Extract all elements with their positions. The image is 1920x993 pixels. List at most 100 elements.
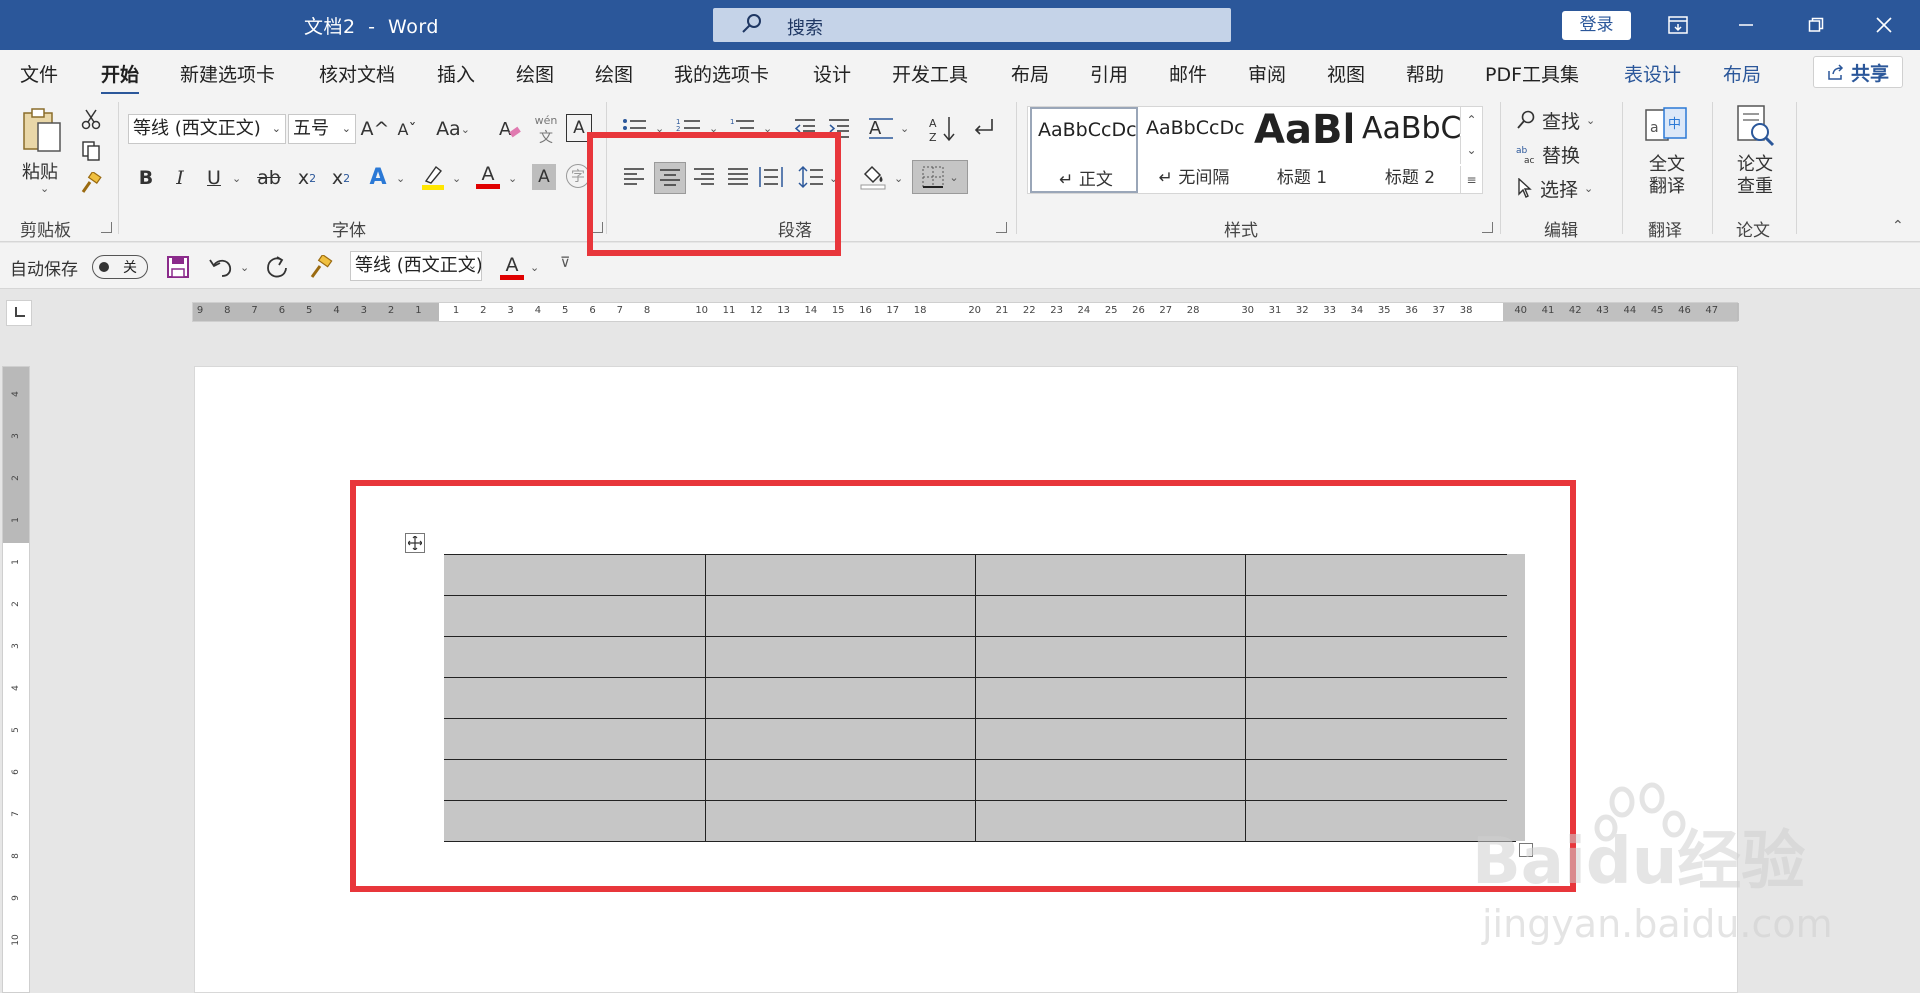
tab-my-tab[interactable]: 我的选项卡 <box>674 60 769 87</box>
tab-pdf-tools[interactable]: PDF工具集 <box>1485 60 1579 87</box>
font-color-button[interactable]: A <box>474 160 502 192</box>
subscript-button[interactable]: x2 <box>294 164 320 192</box>
save-icon <box>167 256 189 278</box>
underline-dropdown-chevron-icon[interactable]: ⌄ <box>232 172 241 185</box>
style-heading-2[interactable]: AaBbC 标题 2 <box>1356 107 1464 193</box>
qat-format-painter-button[interactable] <box>306 253 336 281</box>
text-effects-button[interactable]: A <box>364 162 392 192</box>
cut-button[interactable] <box>78 106 104 132</box>
highlight-dropdown-chevron-icon[interactable]: ⌄ <box>452 172 461 185</box>
redo-button[interactable] <box>262 253 292 281</box>
underline-button[interactable]: U <box>202 164 226 192</box>
minimize-button[interactable] <box>1718 0 1774 50</box>
close-button[interactable] <box>1856 0 1912 50</box>
tab-draw-2[interactable]: 绘图 <box>595 60 633 87</box>
font-size-combo[interactable]: 五号 ⌄ <box>288 114 356 144</box>
ruler-number: 25 <box>1104 305 1118 316</box>
ribbon-display-options-button[interactable] <box>1650 0 1706 50</box>
character-shading-button[interactable]: A <box>532 164 556 190</box>
tab-design[interactable]: 设计 <box>813 60 851 87</box>
tab-table-design[interactable]: 表设计 <box>1624 60 1681 87</box>
ruler-number: 2 <box>11 475 21 481</box>
app-name: Word <box>388 16 439 38</box>
strikethrough-button[interactable]: ab <box>254 164 284 192</box>
select-button[interactable]: 选择 ⌄ <box>1516 174 1593 202</box>
restore-button[interactable] <box>1788 0 1844 50</box>
styles-scroll-down-icon[interactable]: ⌄ <box>1460 136 1482 164</box>
svg-text:a: a <box>1650 120 1659 136</box>
find-button[interactable]: 查找 ⌄ <box>1516 106 1595 134</box>
tab-table-layout[interactable]: 布局 <box>1723 60 1761 87</box>
style-normal[interactable]: AaBbCcDc ↵ 正文 <box>1030 107 1138 193</box>
tab-review[interactable]: 审阅 <box>1248 60 1286 87</box>
undo-dropdown-chevron-icon[interactable]: ⌄ <box>240 261 249 274</box>
shrink-font-button[interactable]: Aˇ <box>394 114 420 144</box>
paragraph-launcher-icon[interactable] <box>996 222 1007 233</box>
chinese-layout-button[interactable]: A <box>866 114 896 142</box>
qat-font-color-dropdown-chevron-icon[interactable]: ⌄ <box>530 261 539 274</box>
shading-dropdown-chevron-icon[interactable]: ⌄ <box>894 172 903 185</box>
qat-font-name-combo[interactable]: 等线 (西文正文) ⌄ <box>350 251 482 281</box>
font-name-combo[interactable]: 等线 (西文正文) ⌄ <box>128 114 286 144</box>
font-color-dropdown-chevron-icon[interactable]: ⌄ <box>508 172 517 185</box>
italic-button[interactable]: I <box>168 164 192 192</box>
save-button[interactable] <box>164 253 192 281</box>
bold-button[interactable]: B <box>134 164 158 192</box>
qat-font-color-button[interactable]: A <box>498 251 526 283</box>
autosave-toggle[interactable]: 关 <box>92 255 148 279</box>
tab-selector[interactable] <box>6 300 32 326</box>
undo-button[interactable] <box>206 253 236 281</box>
tab-draw[interactable]: 绘图 <box>516 60 554 87</box>
phonetic-guide-button[interactable]: wén 文 <box>532 114 560 146</box>
shading-button[interactable] <box>858 160 888 192</box>
style-heading-1[interactable]: AaBl 标题 1 <box>1248 107 1356 193</box>
tab-layout[interactable]: 布局 <box>1011 60 1049 87</box>
tab-view[interactable]: 视图 <box>1327 60 1365 87</box>
tab-developer[interactable]: 开发工具 <box>892 60 968 87</box>
login-button[interactable]: 登录 <box>1562 11 1631 40</box>
highlight-color-button[interactable] <box>418 162 448 192</box>
sort-button[interactable]: AZ <box>928 114 958 144</box>
ruler-number: 10 <box>11 934 21 946</box>
search-box[interactable]: 搜索 <box>713 8 1231 42</box>
translate-group-label: 翻译 <box>1648 221 1682 241</box>
shrink-font-icon: Aˇ <box>397 119 417 139</box>
tab-help[interactable]: 帮助 <box>1406 60 1444 87</box>
borders-button[interactable]: ⌄ <box>912 160 968 194</box>
tab-home[interactable]: 开始 <box>101 60 140 95</box>
styles-scroll-up-icon[interactable]: ⌃ <box>1460 106 1482 134</box>
superscript-button[interactable]: x2 <box>328 164 354 192</box>
chinese-layout-dropdown-chevron-icon[interactable]: ⌄ <box>900 122 909 135</box>
replace-button[interactable]: ab ac 替换 <box>1516 140 1580 168</box>
copy-button[interactable] <box>78 138 104 164</box>
collapse-ribbon-chevron-up-icon[interactable]: ⌃ <box>1892 218 1904 234</box>
vertical-ruler[interactable]: 4 3 2 1 1 2 3 4 5 6 7 8 9 10 <box>2 366 30 993</box>
tab-review-doc[interactable]: 核对文档 <box>319 60 395 87</box>
change-case-button[interactable]: Aa ⌄ <box>432 114 474 144</box>
horizontal-ruler[interactable]: 9 8 7 6 5 4 3 2 1 1 2 3 4 5 6 7 8 10 11 12 13 14 15 16 17 18 20 21 2… <box>192 302 1739 322</box>
clear-formatting-button[interactable]: A <box>496 114 524 144</box>
paint-bucket-icon <box>860 165 886 190</box>
styles-more-icon[interactable]: ≡ <box>1460 166 1482 194</box>
show-paragraph-marks-button[interactable] <box>968 114 998 142</box>
tab-insert[interactable]: 插入 <box>437 60 475 87</box>
ruler-number: 4 <box>11 685 21 691</box>
share-button[interactable]: 共享 <box>1813 56 1903 88</box>
format-painter-button[interactable] <box>78 170 104 196</box>
paper-check-button[interactable] <box>1732 104 1776 148</box>
customize-qat-icon[interactable]: ⊽ <box>560 255 570 271</box>
full-text-translate-button[interactable]: a中 <box>1644 104 1688 148</box>
ruler-number: 43 <box>1596 305 1609 316</box>
tab-references[interactable]: 引用 <box>1090 60 1128 87</box>
grow-font-button[interactable]: A^ <box>361 114 390 144</box>
tab-file[interactable]: 文件 <box>20 60 58 87</box>
text-effects-dropdown-chevron-icon[interactable]: ⌄ <box>396 172 405 185</box>
paste-dropdown-chevron-icon[interactable]: ⌄ <box>40 182 49 195</box>
tab-new-tab[interactable]: 新建选项卡 <box>180 60 275 87</box>
tab-mailings[interactable]: 邮件 <box>1169 60 1207 87</box>
translate-icon: a中 <box>1645 107 1687 141</box>
style-no-spacing[interactable]: AaBbCcDc ↵ 无间隔 <box>1140 107 1248 193</box>
styles-launcher-icon[interactable] <box>1482 222 1493 233</box>
clipboard-launcher-icon[interactable] <box>101 222 112 233</box>
paste-button[interactable] <box>18 104 66 156</box>
